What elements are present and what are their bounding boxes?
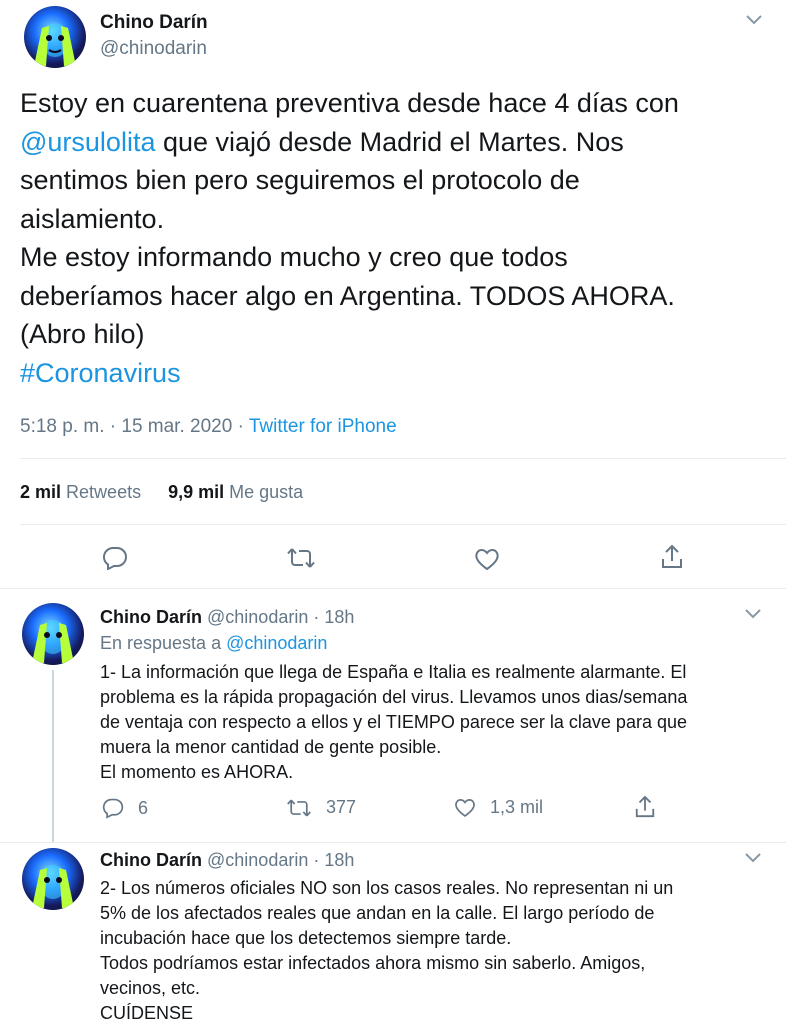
thread-line xyxy=(52,670,54,842)
likes-count: 9,9 mil xyxy=(168,482,225,502)
share-icon[interactable] xyxy=(660,544,684,570)
reply-line: de ventaja con respecto a ellos y el TIE… xyxy=(100,712,687,732)
chevron-down-icon[interactable] xyxy=(744,606,762,620)
chevron-down-icon[interactable] xyxy=(745,12,763,26)
author-name[interactable]: Chino Darín xyxy=(100,12,208,34)
divider xyxy=(0,588,786,589)
tweet-body: Estoy en cuarentena preventiva desde hac… xyxy=(20,84,776,392)
reply-handle-time[interactable]: @chinodarin · 18h xyxy=(207,850,354,870)
retweet-count: 377 xyxy=(326,797,357,817)
like-action[interactable]: 1,3 mil xyxy=(454,797,543,818)
tweet-line: deberíamos hacer algo en Argentina. TODO… xyxy=(20,280,675,311)
tweet-line-text: que viajó desde Madrid el Martes. Nos xyxy=(162,126,624,157)
mention-link[interactable]: @ursulolita xyxy=(20,127,155,157)
in-reply-handle[interactable]: @chinodarin xyxy=(226,633,327,653)
tweet-source[interactable]: Twitter for iPhone xyxy=(249,416,397,437)
author-handle[interactable]: @chinodarin xyxy=(100,38,207,60)
reply-line: CUÍDENSE xyxy=(100,1003,194,1023)
divider xyxy=(20,524,786,525)
reply-handle-time[interactable]: @chinodarin · 18h xyxy=(207,607,354,627)
retweets-stat[interactable]: 2 mil Retweets xyxy=(20,482,146,502)
tweet-stats: 2 mil Retweets 9,9 mil Me gusta xyxy=(20,482,303,503)
chevron-down-icon[interactable] xyxy=(744,850,762,864)
tweet-meta: 5:18 p. m. · 15 mar. 2020 · Twitter for … xyxy=(20,416,397,438)
avatar-image xyxy=(32,620,74,663)
reply-icon[interactable] xyxy=(102,546,128,570)
retweet-icon[interactable] xyxy=(286,547,316,569)
tweet-line: Me estoy informando mucho y creo que tod… xyxy=(20,242,568,272)
reply-header: Chino Darín @chinodarin · 18h xyxy=(100,850,354,871)
like-icon[interactable] xyxy=(474,547,500,571)
divider xyxy=(0,842,786,843)
retweets-label: Retweets xyxy=(66,482,142,502)
in-reply-to: En respuesta a @chinodarin xyxy=(100,633,327,654)
reply-line: 1- La información que llega de España e … xyxy=(100,662,687,682)
reply-line: 2- Los números oficiales NO son los caso… xyxy=(100,878,674,898)
reply-line: problema es la rápida propagación del vi… xyxy=(100,687,688,707)
share-icon[interactable] xyxy=(634,795,656,819)
tweet-line: @ursulolita que viajó desde Madrid el Ma… xyxy=(20,123,776,162)
reply-line: incubación hace que los detectemos siemp… xyxy=(100,928,512,948)
retweet-action[interactable]: 377 xyxy=(286,797,356,818)
reply-header: Chino Darín @chinodarin · 18h xyxy=(100,607,354,628)
likes-label: Me gusta xyxy=(229,482,304,502)
avatar-image xyxy=(34,23,76,66)
reply-line: El momento es AHORA. xyxy=(100,762,294,782)
reply-body: 2- Los números oficiales NO son los caso… xyxy=(100,876,780,1026)
reply-count: 6 xyxy=(138,797,149,818)
avatar-image xyxy=(32,865,74,908)
divider xyxy=(20,458,786,459)
reply-author-name[interactable]: Chino Darín xyxy=(100,850,202,870)
reply-line: 5% de los afectados reales que andan en … xyxy=(100,903,655,923)
reply-body: 1- La información que llega de España e … xyxy=(100,660,780,785)
like-count: 1,3 mil xyxy=(490,797,544,817)
tweet-timestamp[interactable]: 5:18 p. m. · 15 mar. 2020 · xyxy=(20,416,244,437)
likes-stat[interactable]: 9,9 mil Me gusta xyxy=(168,482,303,502)
tweet-line: aislamiento. xyxy=(20,203,165,234)
reply-avatar[interactable] xyxy=(22,848,84,910)
reply-author-name[interactable]: Chino Darín xyxy=(100,607,202,627)
tweet-line: (Abro hilo) xyxy=(20,319,145,349)
tweet-line: Estoy en cuarentena preventiva desde hac… xyxy=(20,88,679,118)
reply-icon xyxy=(102,797,124,819)
author-avatar[interactable] xyxy=(24,6,86,68)
tweet-line: sentimos bien pero seguiremos el protoco… xyxy=(20,165,580,195)
hashtag-link[interactable]: #Coronavirus xyxy=(20,354,776,393)
in-reply-prefix: En respuesta a xyxy=(100,633,222,653)
like-icon xyxy=(454,797,476,818)
reply-line: Todos podríamos estar infectados ahora m… xyxy=(100,953,646,973)
reply-action[interactable]: 6 xyxy=(102,797,148,819)
reply-line: muera la menor cantidad de gente posible… xyxy=(100,737,442,757)
retweet-icon xyxy=(286,798,312,818)
reply-line: vecinos, etc. xyxy=(100,978,201,998)
reply-avatar[interactable] xyxy=(22,603,84,665)
retweets-count: 2 mil xyxy=(20,482,62,502)
